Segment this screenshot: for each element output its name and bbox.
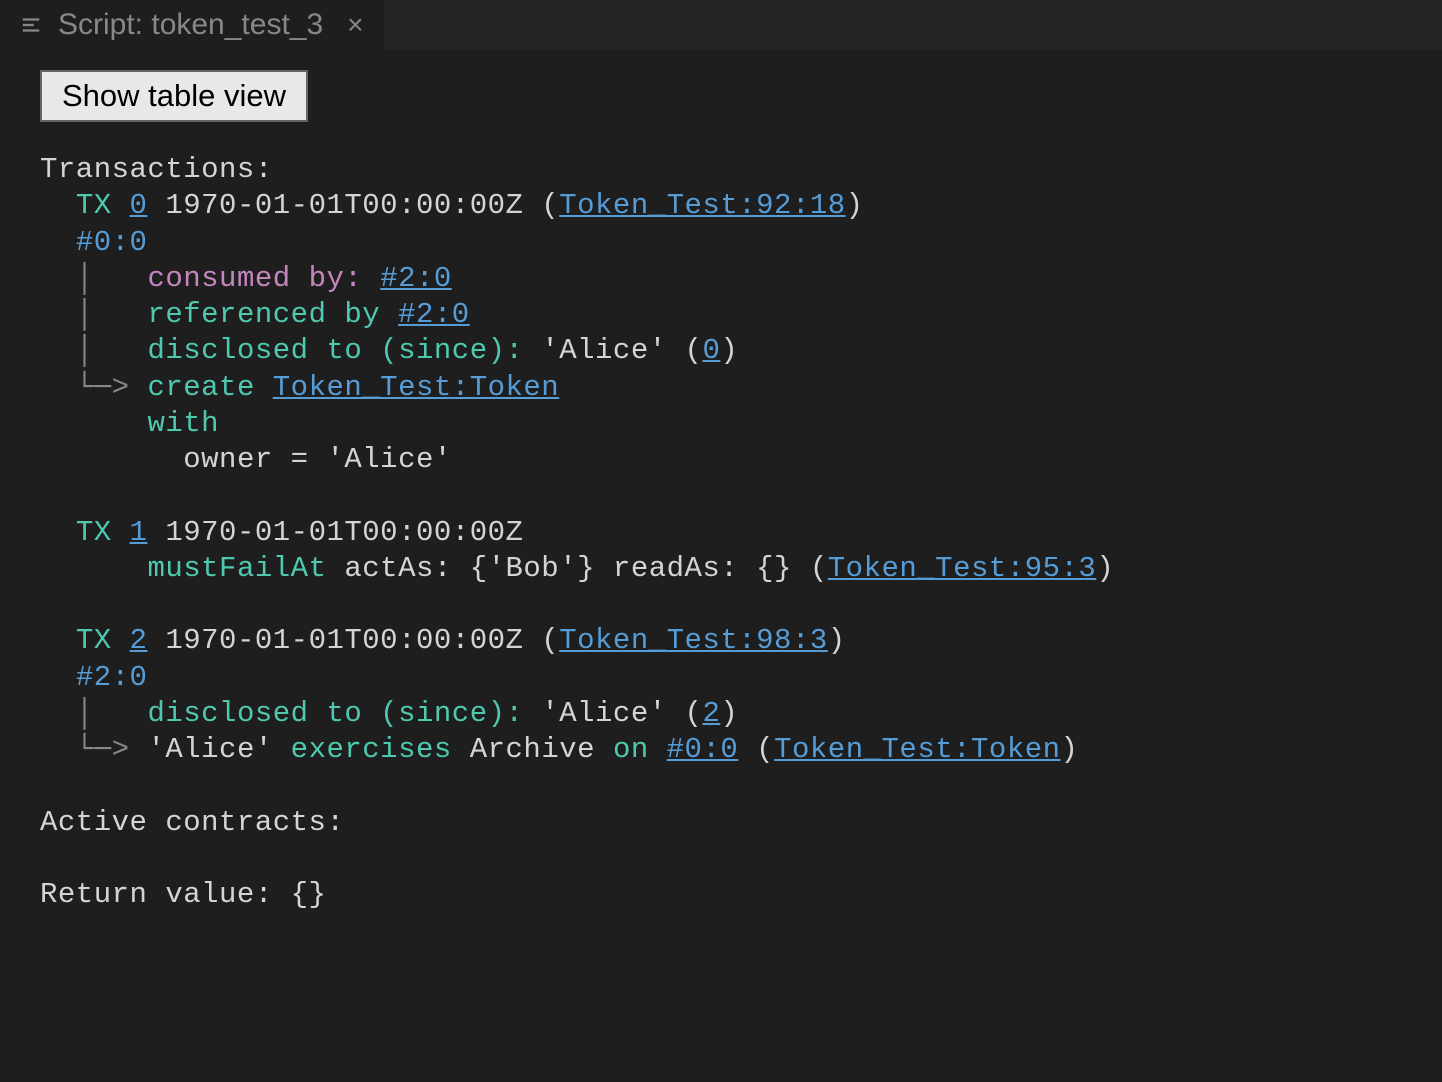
disclosed-since-link[interactable]: 0 [702, 334, 720, 367]
tx1-timestamp: 1970-01-01T00:00:00Z [147, 516, 523, 549]
disclosed-party: 'Alice' ( [541, 334, 702, 367]
tree-line: │ [76, 697, 148, 730]
section-active-contracts: Active contracts: [40, 806, 344, 839]
tree-line: └─> [76, 733, 148, 766]
tx0-timestamp: 1970-01-01T00:00:00Z ( [147, 189, 559, 222]
tree-line [76, 407, 148, 440]
tx2-source-link[interactable]: Token_Test:98:3 [559, 624, 828, 657]
tab-title: Script: token_test_3 [58, 8, 323, 42]
section-transactions: Transactions: [40, 153, 273, 186]
close-icon[interactable]: × [347, 9, 363, 41]
mustfail-label: mustFailAt [147, 552, 344, 585]
referenced-by-label: referenced by [147, 298, 398, 331]
tx0-node-id: #0:0 [76, 226, 148, 259]
disclosed-close: ) [720, 697, 738, 730]
tx1-close: ) [1096, 552, 1114, 585]
transaction-output: Transactions: TX 0 1970-01-01T00:00:00Z … [40, 152, 1402, 913]
toolbar: Show table view [40, 70, 1402, 122]
on-label: on [613, 733, 667, 766]
exercise-party: 'Alice' [147, 733, 290, 766]
tab-bar: Script: token_test_3 × [0, 0, 1442, 50]
exercise-choice: Archive [470, 733, 613, 766]
referenced-by-link[interactable]: #2:0 [398, 298, 470, 331]
tx-label: TX [76, 516, 112, 549]
tx1-source-link[interactable]: Token_Test:95:3 [828, 552, 1097, 585]
tree-line: └─> [76, 371, 148, 404]
exercise-target-link[interactable]: #0:0 [667, 733, 739, 766]
disclosed-party: 'Alice' ( [541, 697, 702, 730]
create-field: owner = 'Alice' [147, 443, 451, 476]
exercise-close: ) [1061, 733, 1079, 766]
content-area: Show table view Transactions: TX 0 1970-… [0, 50, 1442, 933]
exercise-template-link[interactable]: Token_Test:Token [774, 733, 1060, 766]
create-template-link[interactable]: Token_Test:Token [273, 371, 559, 404]
section-return-value: Return value: {} [40, 878, 326, 911]
disclosed-to-label: disclosed to (since): [147, 334, 541, 367]
tx1-id-link[interactable]: 1 [130, 516, 148, 549]
tx0-id-link[interactable]: 0 [130, 189, 148, 222]
exercise-open: ( [738, 733, 774, 766]
tree-line: │ [76, 334, 148, 367]
tx0-source-link[interactable]: Token_Test:92:18 [559, 189, 845, 222]
create-label: create [147, 371, 272, 404]
disclosed-to-label: disclosed to (since): [147, 697, 541, 730]
show-table-view-button[interactable]: Show table view [40, 70, 308, 122]
tab-script-results[interactable]: Script: token_test_3 × [0, 0, 384, 50]
tx-label: TX [76, 624, 112, 657]
exercises-label: exercises [291, 733, 470, 766]
tree-line: │ [76, 298, 148, 331]
tx-label: TX [76, 189, 112, 222]
menu-icon [20, 14, 42, 36]
tx2-node-id: #2:0 [76, 661, 148, 694]
tx2-id-link[interactable]: 2 [130, 624, 148, 657]
tree-line [76, 443, 148, 476]
with-label: with [147, 407, 219, 440]
consumed-by-label: consumed by: [147, 262, 380, 295]
tree-line [76, 552, 148, 585]
disclosed-since-link[interactable]: 2 [702, 697, 720, 730]
tx2-timestamp: 1970-01-01T00:00:00Z ( [147, 624, 559, 657]
tx2-close: ) [828, 624, 846, 657]
tree-line: │ [76, 262, 148, 295]
consumed-by-link[interactable]: #2:0 [380, 262, 452, 295]
disclosed-close: ) [720, 334, 738, 367]
tx0-close: ) [846, 189, 864, 222]
actas-text: actAs: {'Bob'} readAs: {} ( [344, 552, 827, 585]
